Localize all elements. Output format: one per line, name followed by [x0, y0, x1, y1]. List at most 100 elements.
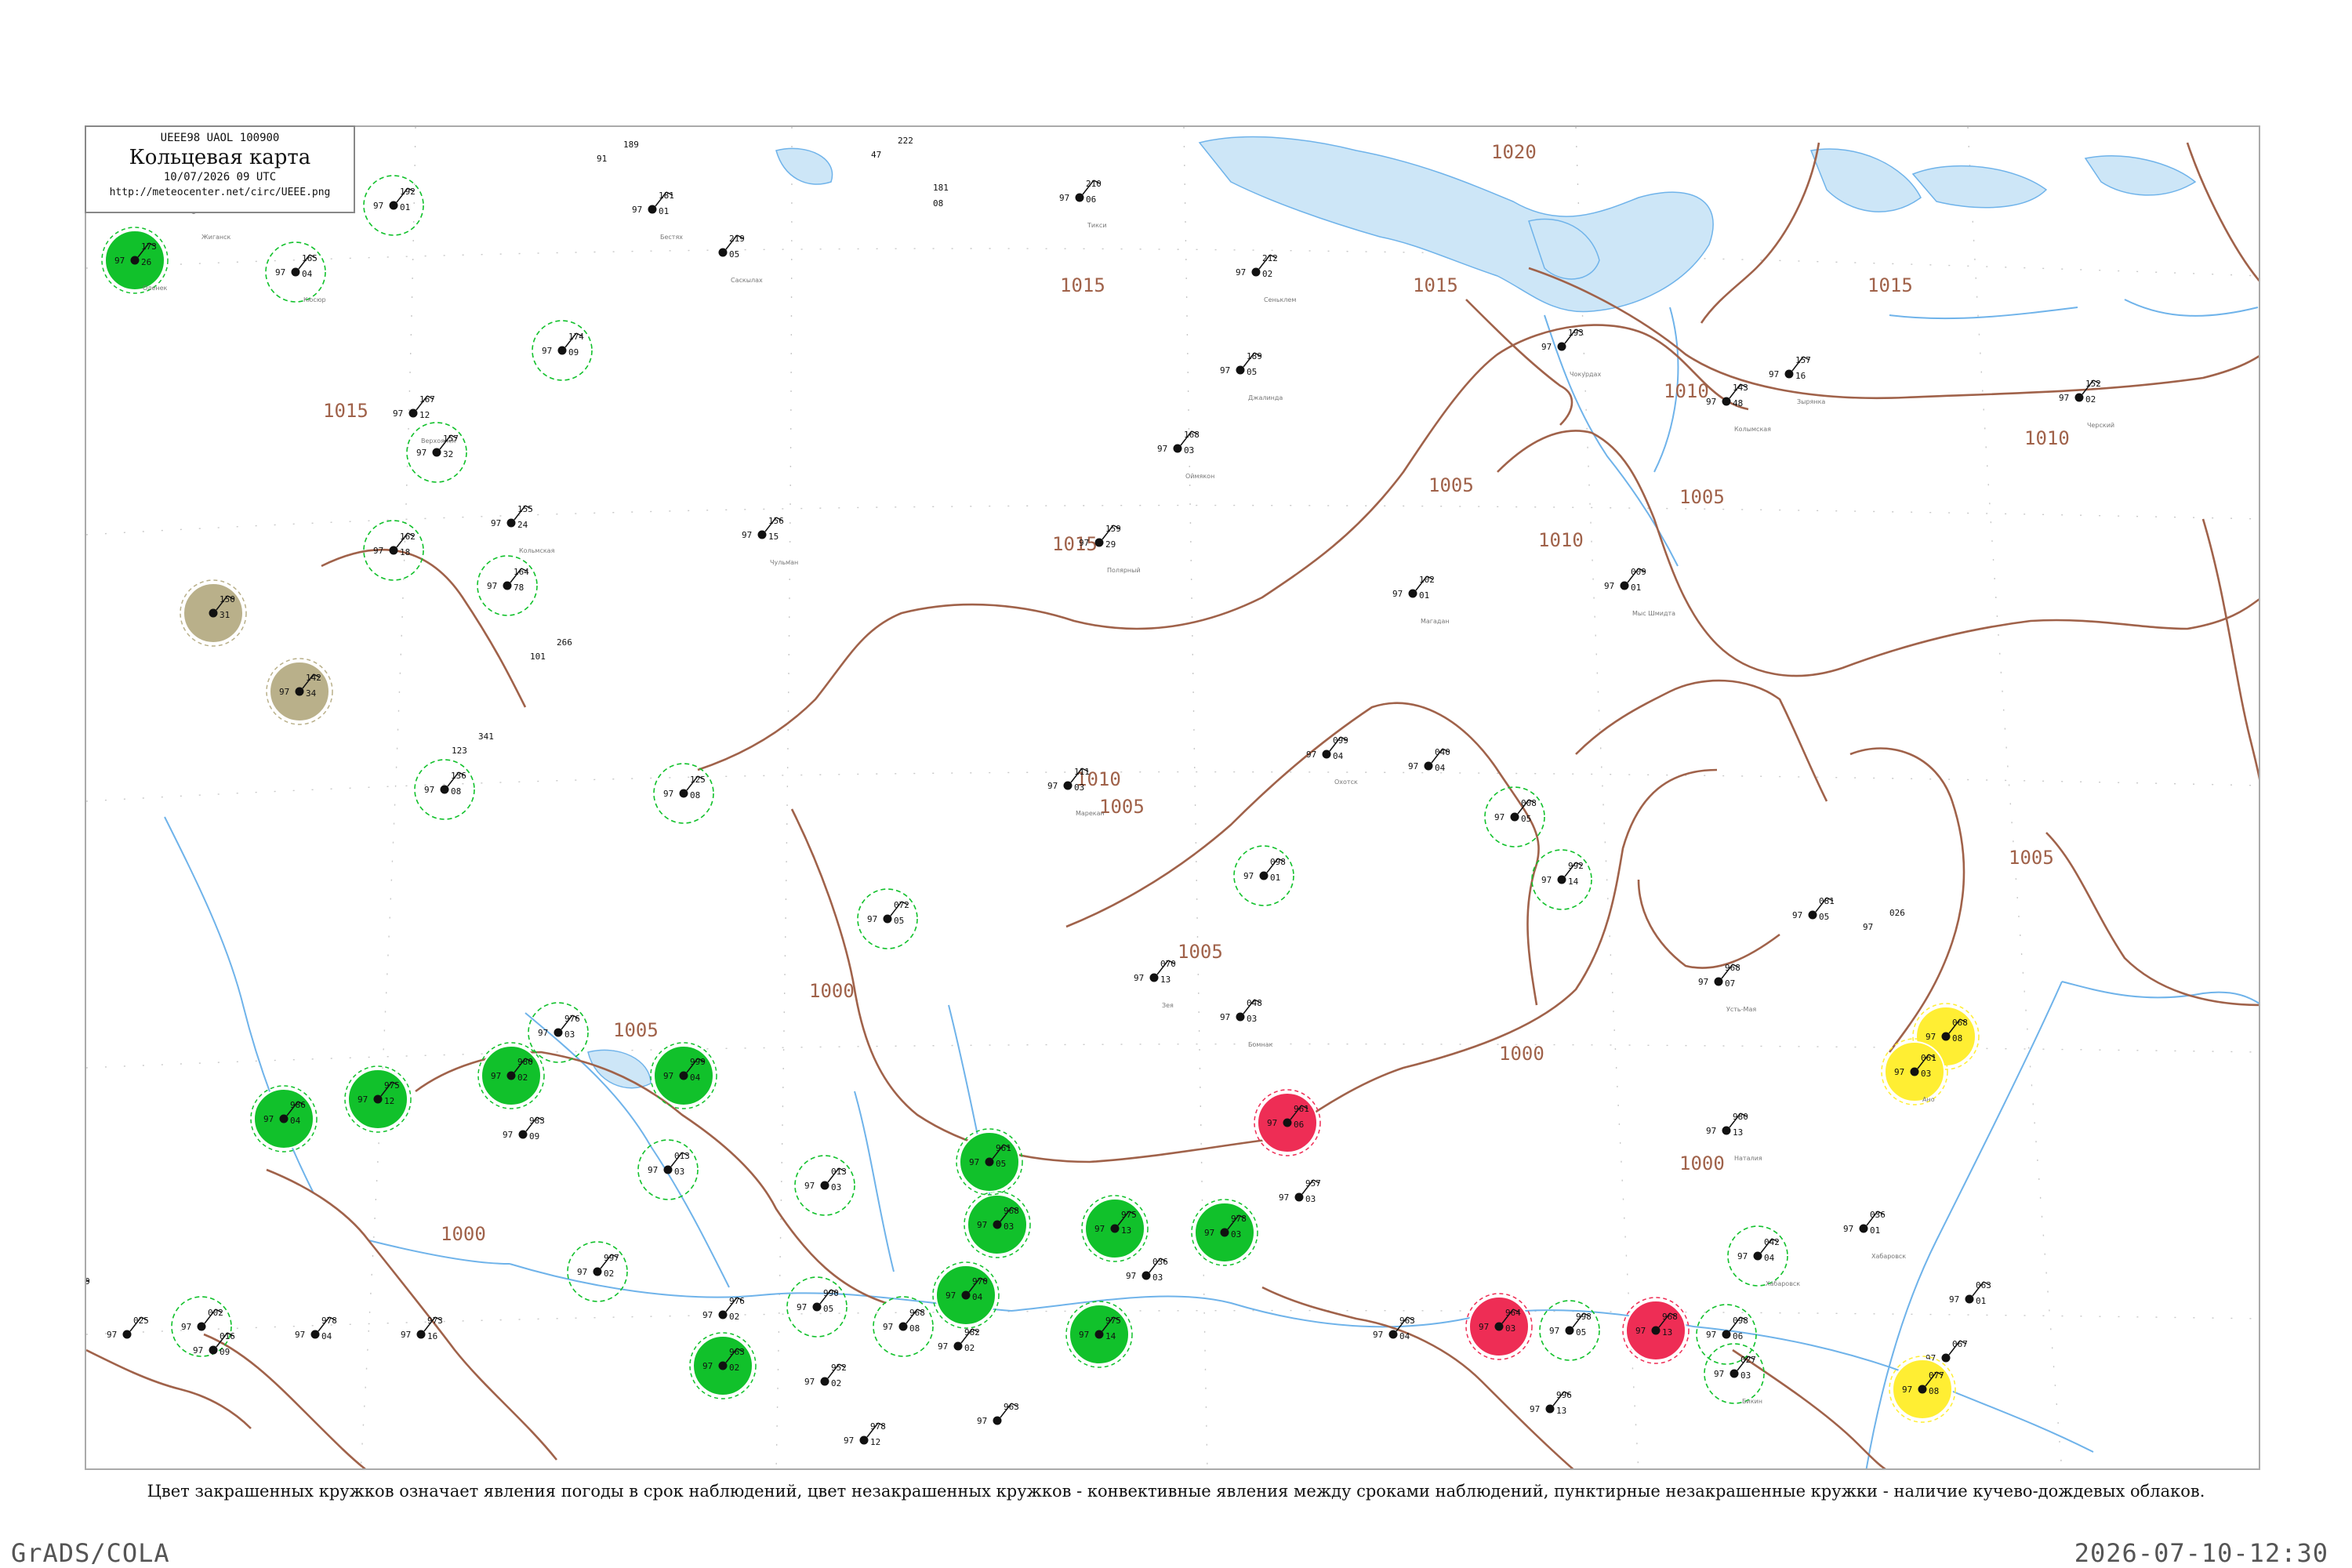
station-thunder[interactable]: 968 97 13 — [1622, 1297, 1690, 1364]
station-cb[interactable]: 990 97 05 — [786, 1276, 848, 1338]
station-cb[interactable]: 165 97 04 Кюсюр — [265, 241, 326, 303]
station-temperature: 97 — [181, 1322, 191, 1332]
station-cb[interactable]: 042 97 04 Хабаровск — [1727, 1225, 1800, 1287]
station-dust[interactable]: 150 31 — [180, 579, 247, 647]
station-open[interactable]: 143 97 48 Колымская — [1706, 383, 1771, 433]
station-cb[interactable]: 174 97 09 — [532, 320, 593, 381]
station-pressure: 067 — [1952, 1339, 1968, 1349]
station-cb[interactable]: 997 97 02 — [567, 1241, 628, 1302]
station-pressure: 986 — [290, 1100, 306, 1110]
station-open[interactable]: 968 97 07 Усть-Мая — [1698, 963, 1756, 1013]
station-rain[interactable]: 173 97 26 Оленек — [101, 227, 169, 294]
station-tendency: 06 — [1086, 194, 1096, 205]
station-cb[interactable]: 162 97 18 — [363, 520, 424, 581]
station-open[interactable]: 219 05 Саскылах — [718, 234, 764, 284]
station-rain[interactable]: 968 97 03 — [964, 1191, 1031, 1258]
station-fog[interactable]: 077 97 08 — [1889, 1356, 1956, 1423]
station-thunder[interactable]: 964 97 03 — [1465, 1293, 1533, 1360]
station-temperature: 97 — [1902, 1385, 1912, 1395]
station-cb[interactable]: 136 97 08 — [414, 759, 475, 820]
station-open[interactable]: 155 97 24 Кольмская — [491, 504, 555, 554]
station-open[interactable]: 978 97 12 — [844, 1421, 886, 1447]
station-rain[interactable]: 975 97 13 — [1081, 1195, 1149, 1262]
station-open[interactable]: 952 97 02 — [804, 1363, 847, 1388]
station-plain[interactable]: 341 123 — [452, 731, 494, 756]
station-open[interactable]: 0399702 — [86, 1276, 90, 1302]
station-cb[interactable]: 125 97 08 — [653, 763, 714, 824]
station-open[interactable]: 210 97 06 Тикси — [1059, 179, 1107, 229]
station-plain[interactable]: 189 91 — [597, 140, 639, 164]
cloud-cover-icon — [993, 1220, 1002, 1229]
cloud-cover-icon — [1236, 365, 1245, 375]
station-pressure: 964 — [1505, 1308, 1521, 1318]
station-pressure: 957 — [1305, 1178, 1321, 1189]
station-open[interactable]: 099 97 04 Охотск — [1306, 735, 1358, 786]
station-open[interactable]: 189 97 05 Джалинда — [1220, 351, 1283, 401]
station-open[interactable]: 963 97 — [977, 1402, 1019, 1426]
station-cb[interactable]: 164 97 78 — [477, 555, 538, 616]
station-open[interactable]: 152 97 02 Черский — [2059, 379, 2114, 429]
station-pressure: 025 — [133, 1316, 149, 1326]
station-open[interactable]: 016 97 09 — [193, 1331, 235, 1357]
station-cb[interactable]: 013 97 03 — [794, 1155, 855, 1216]
station-pressure: 963 — [729, 1347, 745, 1357]
cloud-cover-icon — [953, 1341, 963, 1351]
station-open[interactable]: 976 97 02 — [702, 1296, 745, 1322]
station-plain[interactable]: 181 08 — [933, 183, 949, 209]
station-temperature: 97 — [742, 530, 752, 540]
station-rain[interactable]: 986 97 04 — [250, 1085, 318, 1152]
station-open[interactable]: 081 97 05 — [1792, 896, 1835, 922]
station-cb[interactable]: 013 97 03 — [637, 1139, 699, 1200]
station-open[interactable]: 009 97 01 Мыс Шмидта — [1604, 567, 1675, 617]
station-open[interactable]: 957 97 03 — [1279, 1178, 1321, 1204]
station-plain[interactable]: 222 47 — [871, 136, 913, 160]
station-open[interactable]: 181 97 01 Бестях — [632, 191, 683, 241]
station-open[interactable]: 983 97 09 — [503, 1116, 545, 1142]
station-open[interactable]: 193 97 Чокурдах — [1541, 328, 1601, 378]
station-open[interactable]: 978 97 04 — [295, 1316, 337, 1341]
station-cb[interactable]: 098 97 01 — [1233, 845, 1294, 906]
station-tendency: 16 — [1795, 371, 1806, 381]
station-open[interactable]: 168 97 03 Оймякон — [1157, 430, 1214, 480]
station-pressure: 164 — [514, 567, 529, 577]
station-open[interactable]: 036 97 03 — [1126, 1257, 1168, 1283]
station-pressure: 968 — [1004, 1206, 1019, 1216]
station-open[interactable]: 06797 — [1926, 1339, 1968, 1363]
station-cb[interactable]: 157 97 32 — [406, 422, 467, 483]
station-cb[interactable]: 027 97 03 Бикин — [1704, 1343, 1765, 1405]
station-tendency: 02 — [729, 1363, 739, 1373]
station-rain[interactable]: 975 97 12 — [344, 1065, 412, 1133]
station-rain[interactable]: 978 97 03 — [1191, 1199, 1258, 1266]
station-cb[interactable]: 992 97 14 — [1531, 849, 1592, 910]
station-dust[interactable]: 142 97 34 — [266, 658, 333, 725]
station-name: Жиганск — [201, 234, 231, 241]
station-open[interactable]: 996 97 13 — [1530, 1390, 1572, 1416]
station-open[interactable]: 157 97 16 Зырянка — [1769, 355, 1825, 405]
station-temperature: 97 — [1549, 1326, 1559, 1336]
station-plain[interactable]: 026 97 — [1863, 908, 1905, 932]
station-plain[interactable]: 266 101 — [530, 637, 572, 662]
station-cb[interactable]: 968 97 08 — [873, 1296, 934, 1357]
station-open[interactable]: 070 97 13 Зея — [1134, 959, 1176, 1009]
station-pressure: 975 — [1105, 1316, 1121, 1326]
station-cb[interactable]: 976 97 03 — [528, 1002, 589, 1063]
station-open[interactable]: 973 97 16 — [401, 1316, 443, 1341]
station-open[interactable]: 048 97 03 Бомнак — [1220, 998, 1273, 1048]
station-rain[interactable]: 961 97 05 — [956, 1128, 1023, 1196]
station-cb[interactable]: 072 97 05 — [857, 888, 918, 949]
station-rain[interactable]: 975 97 14 — [1065, 1301, 1133, 1368]
station-open[interactable]: 036 97 01 Хабаровск — [1843, 1210, 1906, 1260]
cloud-cover-icon — [279, 1114, 289, 1123]
legend-url[interactable]: http://meteocenter.net/circ/UEEE.png — [86, 187, 354, 198]
station-tendency: 04 — [1399, 1331, 1410, 1341]
station-rain[interactable]: 963 97 02 — [689, 1332, 757, 1399]
station-open[interactable]: 025 97 — [107, 1316, 149, 1340]
station-rain[interactable]: 970 97 04 — [932, 1261, 1000, 1329]
station-open[interactable]: 212 97 02 Сеньклем — [1236, 253, 1296, 303]
station-open[interactable]: 102 97 01 Магадан — [1392, 575, 1450, 625]
station-open[interactable]: 982 97 02 — [938, 1327, 980, 1353]
station-open[interactable]: 063 97 01 — [1949, 1280, 1991, 1306]
station-open[interactable]: 040 97 04 — [1408, 747, 1450, 773]
station-temperature: 97 — [1306, 750, 1316, 760]
station-thunder[interactable]: 961 97 06 — [1254, 1089, 1321, 1156]
